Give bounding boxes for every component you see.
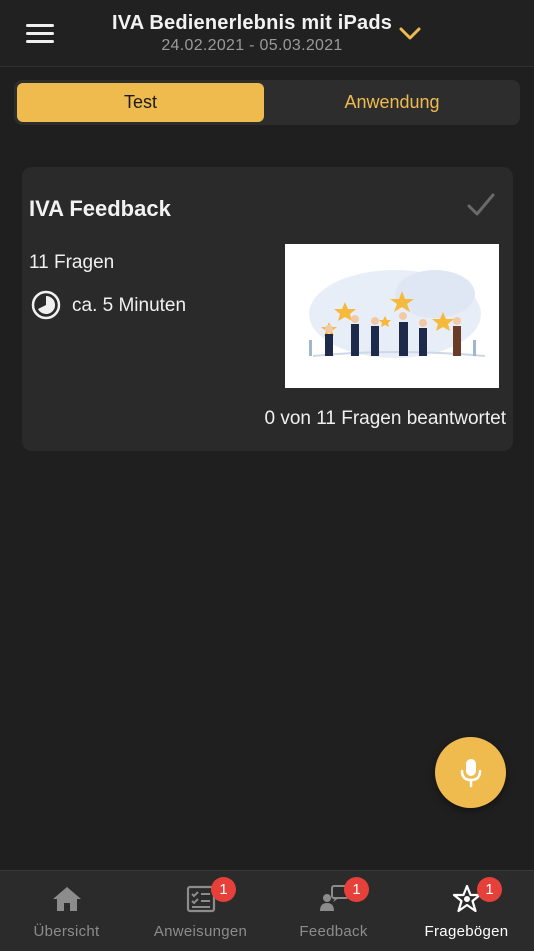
tab-anweisungen[interactable]: 1 Anweisungen (134, 871, 267, 951)
team-stars-illustration (285, 244, 499, 388)
tab-label-feedback: Feedback (299, 923, 368, 940)
project-selector[interactable]: IVA Bedienerlebnis mit iPads 24.02.2021 … (100, 12, 404, 55)
segmented-control: Test Anwendung (14, 80, 520, 125)
project-title: IVA Bedienerlebnis mit iPads (111, 12, 393, 34)
tab-frageboegen[interactable]: 1 Fragebögen (400, 871, 533, 951)
clock-icon (31, 290, 61, 320)
chevron-down-icon[interactable] (398, 26, 422, 42)
duration: ca. 5 Minuten (72, 295, 187, 316)
badge-anweisungen: 1 (211, 877, 236, 902)
question-count: 11 Fragen (29, 252, 115, 273)
badge-frageboegen: 1 (477, 877, 502, 902)
hamburger-menu-icon[interactable] (26, 24, 54, 44)
tab-uebersicht[interactable]: Übersicht (0, 871, 133, 951)
tab-label-anweisungen: Anweisungen (153, 923, 248, 940)
tab-label-uebersicht: Übersicht (33, 923, 100, 940)
progress-text: 0 von 11 Fragen beantwortet (264, 408, 506, 429)
home-icon (52, 887, 81, 911)
card-title: IVA Feedback (29, 196, 171, 221)
segment-test[interactable]: Test (17, 83, 264, 122)
tab-label-frageboegen: Fragebögen (424, 923, 509, 940)
app-header: IVA Bedienerlebnis mit iPads 24.02.2021 … (0, 0, 534, 67)
project-dates: 24.02.2021 - 05.03.2021 (161, 37, 343, 54)
microphone-icon (460, 759, 482, 788)
checkmark-icon (467, 193, 495, 216)
badge-feedback: 1 (344, 877, 369, 902)
voice-assistant-button[interactable] (435, 737, 506, 808)
questionnaire-card[interactable]: IVA Feedback 11 Fragen ca. 5 Minuten 0 v… (22, 167, 513, 451)
bottom-tab-bar: Übersicht 1 Anweisungen 1 Feedback 1 Fra… (0, 870, 534, 951)
segment-anwendung[interactable]: Anwendung (267, 83, 517, 122)
tab-feedback[interactable]: 1 Feedback (267, 871, 400, 951)
